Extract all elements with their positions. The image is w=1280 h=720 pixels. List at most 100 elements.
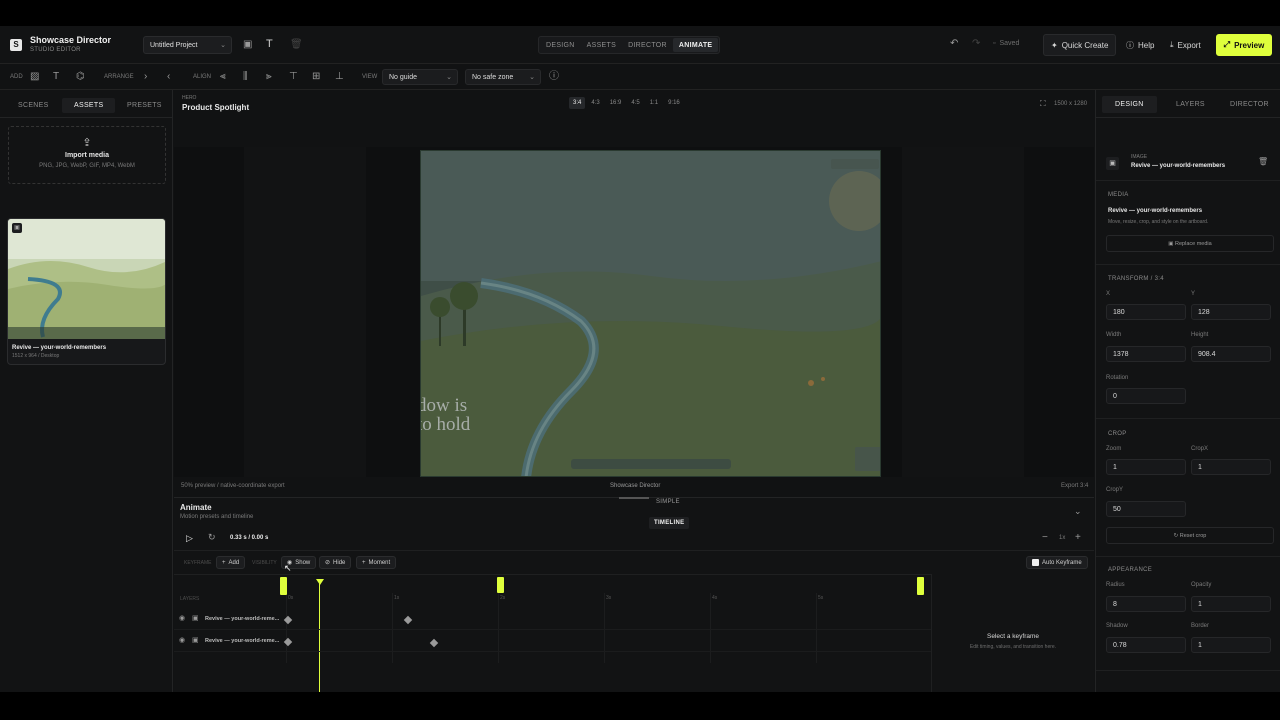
undo-icon[interactable]: ↶ bbox=[950, 39, 958, 49]
checkbox[interactable] bbox=[1032, 559, 1039, 566]
moment-button[interactable]: + Moment bbox=[356, 556, 397, 569]
stage-margin-right bbox=[902, 147, 1024, 477]
fullscreen-icon[interactable]: ⛶ bbox=[1040, 100, 1046, 108]
eye-icon[interactable]: ◉ bbox=[179, 637, 185, 644]
keyframe-marker[interactable] bbox=[429, 638, 439, 648]
redo-icon[interactable]: ↷ bbox=[972, 39, 980, 49]
start-marker[interactable] bbox=[280, 577, 287, 595]
height-input[interactable]: 908.4 bbox=[1191, 346, 1271, 362]
ratio-16-9[interactable]: 16:9 bbox=[606, 97, 626, 109]
project-select[interactable]: Untitled Project ⌄ bbox=[143, 36, 232, 54]
playhead-handle[interactable] bbox=[316, 579, 324, 585]
export-button[interactable]: ⤓ Export bbox=[1170, 40, 1201, 50]
radius-input[interactable]: 8 bbox=[1106, 596, 1186, 612]
tab-assets[interactable]: ASSETS bbox=[62, 98, 116, 113]
upload-icon: ⇪ bbox=[82, 137, 92, 149]
timeline-row[interactable]: ◉ ▣ Revive — your-world-reme... bbox=[174, 608, 931, 630]
chevron-right-icon[interactable]: › bbox=[144, 72, 147, 82]
auto-keyframe-toggle[interactable]: Auto Keyframe bbox=[1026, 556, 1088, 569]
opacity-input[interactable]: 1 bbox=[1191, 596, 1271, 612]
width-input[interactable]: 1378 bbox=[1106, 346, 1186, 362]
keyframe-marker[interactable] bbox=[403, 615, 413, 625]
chevron-left-icon[interactable]: ‹ bbox=[167, 72, 170, 82]
selection-name: Revive — your-world-remembers bbox=[1131, 163, 1226, 169]
tab-design[interactable]: DESIGN bbox=[1102, 96, 1157, 113]
zoom-out-icon[interactable]: − bbox=[1042, 533, 1048, 543]
cropy-label: CropY bbox=[1106, 487, 1124, 493]
asset-card[interactable]: ▣ Revive — your-world-remembers 1512 x 9… bbox=[7, 218, 166, 365]
shapes-icon[interactable]: ⌬ bbox=[76, 72, 85, 82]
replace-media-button[interactable]: ▣ Replace media bbox=[1106, 235, 1274, 252]
add-label: Add bbox=[228, 559, 240, 566]
timeline: LAYERS 0s 1s 2s 3s 4s 5s ◉ ▣ Revive — your-wo… bbox=[174, 574, 931, 692]
mode-animate[interactable]: ANIMATE bbox=[672, 38, 719, 52]
rotation-input[interactable]: 0 bbox=[1106, 388, 1186, 404]
keyframe-label: KEYFRAME bbox=[184, 560, 212, 566]
time-ruler[interactable]: 0s 1s 2s 3s 4s 5s bbox=[286, 575, 926, 663]
trash-icon[interactable]: 🗑 bbox=[1258, 158, 1268, 166]
zoom-level: 1x bbox=[1059, 535, 1066, 541]
zoom-input[interactable]: 1 bbox=[1106, 459, 1186, 475]
import-dropzone[interactable]: ⇪ Import media PNG, JPG, WebP, GIF, MP4,… bbox=[8, 126, 166, 184]
ratio-4-5[interactable]: 4:5 bbox=[627, 97, 643, 109]
border-input[interactable]: 1 bbox=[1191, 637, 1271, 653]
mode-director[interactable]: DIRECTOR bbox=[622, 38, 673, 52]
cropx-input[interactable]: 1 bbox=[1191, 459, 1271, 475]
animate-panel: Animate Motion presets and timeline SIMP… bbox=[174, 497, 1094, 692]
tab-layers[interactable]: LAYERS bbox=[1176, 96, 1205, 113]
tab-director[interactable]: DIRECTOR bbox=[1230, 96, 1269, 113]
hide-button[interactable]: ⊘ Hide bbox=[319, 556, 352, 569]
folder-icon[interactable]: ▣ bbox=[243, 40, 252, 50]
help-button[interactable]: ⓘ Help bbox=[1126, 40, 1154, 51]
artboard[interactable]: dow is to hold bbox=[420, 150, 881, 477]
image-icon[interactable]: ▨ bbox=[30, 72, 39, 82]
app-title: Showcase Director bbox=[30, 35, 112, 45]
align-middle-icon[interactable]: ⊞ bbox=[312, 72, 320, 82]
right-panel: DESIGN LAYERS DIRECTOR ▣ IMAGE Revive — … bbox=[1095, 90, 1280, 692]
align-center-icon[interactable]: ⫼ bbox=[243, 72, 248, 82]
align-right-icon[interactable]: ⫸ bbox=[266, 72, 272, 82]
text-tool-icon[interactable]: T bbox=[53, 72, 59, 82]
mode-design[interactable]: DESIGN bbox=[540, 38, 581, 52]
chevron-down-icon[interactable]: ⌄ bbox=[1074, 507, 1082, 516]
safe-zone-select[interactable]: No safe zone ⌄ bbox=[465, 69, 541, 85]
tab-scenes[interactable]: SCENES bbox=[8, 98, 59, 113]
trash-icon[interactable]: 🗑 bbox=[290, 40, 303, 50]
timeline-row[interactable]: ◉ ▣ Revive — your-world-reme... bbox=[174, 630, 931, 652]
reset-crop-button[interactable]: ↻ Reset crop bbox=[1106, 527, 1274, 544]
y-input[interactable]: 128 bbox=[1191, 304, 1271, 320]
align-top-icon[interactable]: ⊤ bbox=[289, 72, 298, 82]
restart-icon[interactable]: ↻ bbox=[208, 533, 216, 542]
eye-icon[interactable]: ◉ bbox=[179, 615, 185, 622]
view-simple[interactable]: SIMPLE bbox=[656, 499, 680, 505]
add-keyframe-button[interactable]: + Add bbox=[216, 556, 246, 569]
arrange-label: ARRANGE bbox=[104, 74, 134, 80]
zoom-in-icon[interactable]: + bbox=[1075, 533, 1081, 543]
text-icon[interactable]: T bbox=[266, 39, 273, 50]
keyframe-marker[interactable] bbox=[283, 637, 293, 647]
x-input[interactable]: 180 bbox=[1106, 304, 1186, 320]
appearance-section-title: APPEARANCE bbox=[1108, 567, 1153, 573]
align-bottom-icon[interactable]: ⊥ bbox=[335, 72, 344, 82]
cropy-input[interactable]: 50 bbox=[1106, 501, 1186, 517]
selection-type: IMAGE bbox=[1131, 154, 1148, 160]
quick-create-button[interactable]: ✦ Quick Create bbox=[1043, 34, 1117, 56]
play-icon[interactable]: ▷ bbox=[186, 533, 193, 544]
mode-assets[interactable]: ASSETS bbox=[581, 38, 622, 52]
drag-handle[interactable] bbox=[619, 497, 649, 499]
ratio-1-1[interactable]: 1:1 bbox=[646, 97, 662, 109]
align-left-icon[interactable]: ⫷ bbox=[220, 72, 226, 82]
keyframe-marker[interactable] bbox=[283, 615, 293, 625]
view-timeline[interactable]: TIMELINE bbox=[649, 517, 690, 529]
info-icon[interactable]: ⓘ bbox=[549, 72, 559, 82]
ratio-3-4[interactable]: 3:4 bbox=[569, 97, 586, 109]
loop-marker[interactable] bbox=[497, 577, 504, 593]
ratio-9-16[interactable]: 9:16 bbox=[664, 97, 684, 109]
end-marker[interactable] bbox=[917, 577, 924, 595]
ratio-4-3[interactable]: 4:3 bbox=[587, 97, 603, 109]
preview-label: Preview bbox=[1234, 40, 1265, 50]
guide-select[interactable]: No guide ⌄ bbox=[382, 69, 458, 85]
shadow-input[interactable]: 0.78 bbox=[1106, 637, 1186, 653]
preview-button[interactable]: ⤢ Preview bbox=[1216, 34, 1272, 56]
tab-presets[interactable]: PRESETS bbox=[118, 98, 171, 113]
